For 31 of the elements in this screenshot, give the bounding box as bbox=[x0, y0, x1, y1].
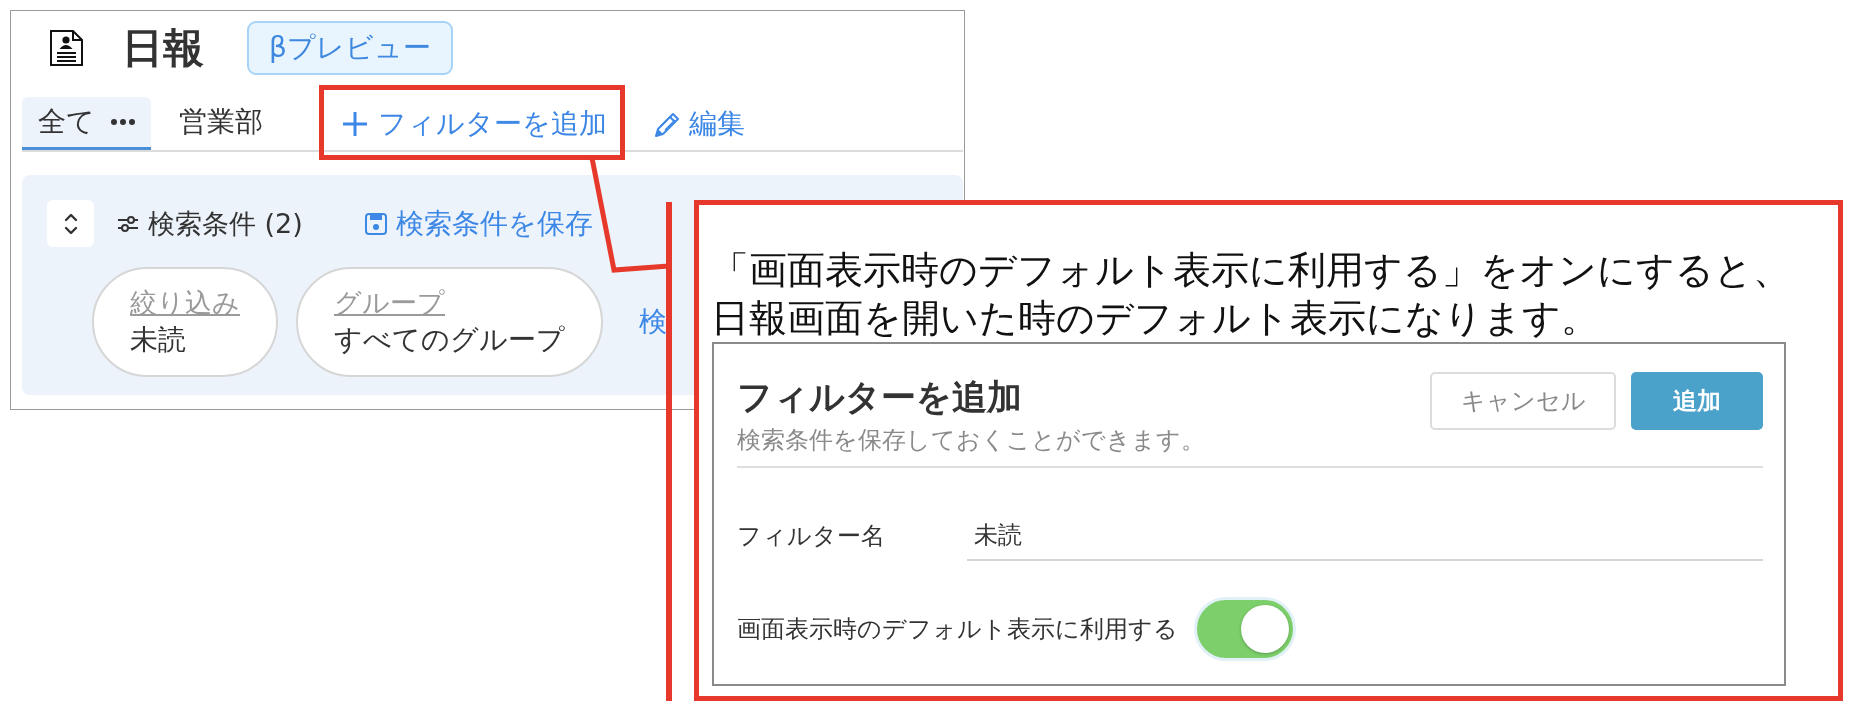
preview-badge: βプレビュー bbox=[247, 21, 453, 75]
filter-tab[interactable]: 営業部 bbox=[163, 97, 279, 150]
field-label: フィルター名 bbox=[737, 521, 886, 552]
filter-chip[interactable]: 絞り込み 未読 bbox=[92, 267, 278, 377]
more-icon[interactable] bbox=[111, 119, 135, 125]
chip-label: グループ bbox=[334, 286, 445, 320]
edit-link[interactable]: 編集 bbox=[647, 100, 753, 147]
plus-icon bbox=[343, 111, 367, 136]
pencil-icon bbox=[655, 110, 681, 137]
chip-value: すべてのグループ bbox=[334, 322, 565, 358]
document-person-icon bbox=[50, 30, 83, 66]
callout-text: 「画面表示時のデフォルト表示に利用する」をオンにすると、日報画面を開いた時のデフォルト表示になります。 bbox=[711, 247, 1792, 342]
add-button[interactable]: 追加 bbox=[1631, 372, 1763, 430]
filter-name-field[interactable]: 未読 bbox=[967, 511, 1763, 561]
dialog-title: フィルターを追加 bbox=[737, 376, 1023, 419]
toggle-label: 画面表示時のデフォルト表示に利用する bbox=[737, 614, 1178, 645]
save-icon bbox=[364, 212, 387, 235]
filter-tab[interactable]: 全て bbox=[22, 97, 151, 150]
save-conditions-link[interactable]: 検索条件を保存 bbox=[364, 204, 593, 243]
chip-label: 絞り込み bbox=[130, 286, 240, 320]
chip-value: 未読 bbox=[130, 322, 186, 358]
sliders-icon bbox=[118, 215, 138, 232]
page-title: 日報 bbox=[122, 23, 204, 74]
search-link[interactable]: 検 bbox=[639, 303, 667, 341]
dialog-subtitle: 検索条件を保存しておくことができます。 bbox=[737, 425, 1205, 456]
chevron-up-down-icon bbox=[63, 211, 78, 236]
cancel-button[interactable]: キャンセル bbox=[1430, 372, 1616, 430]
collapse-button[interactable] bbox=[47, 200, 94, 247]
filter-chip[interactable]: グループ すべてのグループ bbox=[296, 267, 603, 377]
add-filter-link[interactable]: フィルターを追加 bbox=[335, 100, 615, 147]
search-conditions-label: 検索条件 (2) bbox=[148, 206, 303, 241]
